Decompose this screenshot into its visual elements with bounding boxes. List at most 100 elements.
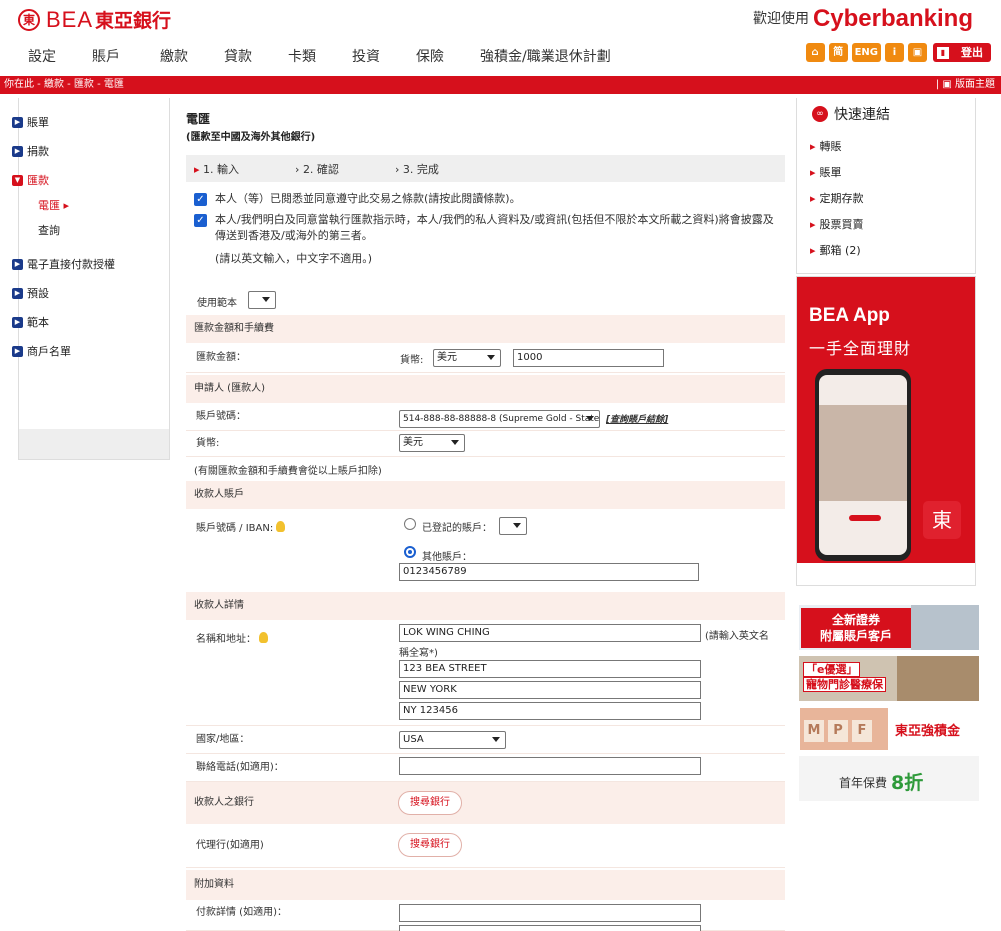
main-menu: 設定 賬戶 繳款 貸款 卡類 投資 保險 強積金/職業退休計劃: [28, 46, 647, 66]
bea-logo-icon: 東: [18, 8, 40, 31]
account-select[interactable]: 514-888-88-88888-8 (Supreme Gold - State: [399, 410, 600, 428]
menu-cards[interactable]: 卡類: [288, 46, 316, 66]
consent-checkbox-row: ✓ 本人/我們明白及同意當執行匯款指示時，本人/我們的私人資料及/或資訊(包括但…: [194, 212, 784, 244]
sidebar-item-label: 匯款: [27, 174, 49, 187]
mpf-letter: F: [852, 720, 872, 742]
sidebar-item-remittance[interactable]: ▼ 匯款: [12, 172, 49, 188]
country-select[interactable]: USA: [399, 731, 506, 749]
menu-mpf[interactable]: 強積金/職業退休計劃: [480, 46, 611, 66]
other-account-radio[interactable]: [404, 546, 416, 558]
name-hint: (請輸入英文名稱全寫*): [399, 631, 769, 659]
sidebar-sub-inquiry[interactable]: 查詢: [38, 222, 60, 238]
logo-en: BEA: [46, 6, 94, 32]
app-subtitle: 一手全面理財: [809, 339, 912, 358]
menu-insurance[interactable]: 保險: [416, 46, 444, 66]
template-select[interactable]: [248, 291, 276, 309]
quick-link-time-deposit[interactable]: 定期存款: [810, 190, 864, 206]
lightbulb-icon[interactable]: [259, 632, 268, 643]
terms-text: 本人（等）已閱悉並同意遵守此交易之條款(請按此閱讀條款)。: [215, 192, 521, 205]
menu-settings[interactable]: 設定: [28, 46, 56, 66]
page-subtitle: (匯款至中國及海外其他銀行): [186, 132, 316, 143]
registered-account-select[interactable]: [499, 517, 527, 535]
quick-link-stock-trading[interactable]: 股票買賣: [810, 216, 864, 232]
settings-icon[interactable]: ▣: [908, 43, 927, 62]
other-account-input[interactable]: 0123456789: [399, 563, 699, 581]
quick-link-transfer[interactable]: 轉賬: [810, 138, 842, 154]
sidebar-item-label: 商戶名單: [27, 345, 71, 358]
menu-loans[interactable]: 貸款: [224, 46, 252, 66]
sidebar-sub-telegraphic[interactable]: 電匯 ▸: [38, 197, 69, 213]
arrow-box-icon: ▶: [12, 316, 23, 328]
step-label: 3. 完成: [402, 162, 439, 176]
bea-logo[interactable]: 東 BEA 東亞銀行: [18, 6, 171, 33]
ad-mpf[interactable]: M P F 東亞強積金: [799, 706, 979, 751]
sidebar-item-label: 預設: [27, 287, 49, 300]
menu-accounts[interactable]: 賬戶: [92, 46, 120, 66]
tablet-image: [911, 605, 979, 650]
address-line-2-input[interactable]: NEW YORK: [399, 681, 701, 699]
consent-checkbox[interactable]: ✓: [194, 214, 207, 227]
sidebar-item-label: 賬單: [27, 116, 49, 129]
sidebar-item-presets[interactable]: ▶ 預設: [12, 285, 49, 301]
info-button[interactable]: i: [885, 43, 904, 62]
address-line-3-input[interactable]: NY 123456: [399, 702, 701, 720]
sidebar-item-merchants[interactable]: ▶ 商戶名單: [12, 343, 71, 359]
sidebar-item-edda[interactable]: ▶ 電子直接付款授權: [12, 256, 115, 272]
ad-premium-discount[interactable]: 首年保費 8折: [799, 756, 979, 801]
currency-select[interactable]: 美元: [433, 349, 501, 367]
logout-button[interactable]: ▮ 登出: [933, 43, 991, 62]
phone-input[interactable]: [399, 757, 701, 775]
english-button[interactable]: ENG: [851, 43, 881, 62]
phone-image: [815, 369, 911, 561]
applicant-currency-select[interactable]: 美元: [399, 434, 465, 452]
welcome-banner: 歡迎使用 Cyberbanking: [753, 5, 973, 33]
arrow-box-icon: ▶: [12, 258, 23, 270]
ad-securities[interactable]: 全新證券 附屬賬戶客戶: [799, 605, 979, 650]
sidebar-item-label: 範本: [27, 316, 49, 329]
home-icon[interactable]: ⌂: [805, 43, 825, 62]
section-beneficiary-account: 收款人賬戶: [186, 481, 785, 509]
balance-inquiry-link[interactable]: [查詢賬戶結餘]: [606, 412, 668, 425]
menu-investment[interactable]: 投資: [352, 46, 380, 66]
sidebar-item-bills[interactable]: ▶ 賬單: [12, 114, 49, 130]
arrow-box-icon: ▼: [12, 174, 23, 186]
sidebar-item-donation[interactable]: ▶ 捐款: [12, 143, 49, 159]
lightbulb-icon[interactable]: [276, 521, 286, 532]
iban-label: 賬戶號碼 / IBAN:: [196, 523, 274, 534]
mpf-letter: P: [828, 720, 848, 742]
section-beneficiary: 收款人詳情: [186, 592, 785, 620]
consent-text: 本人/我們明白及同意當執行匯款指示時，本人/我們的私人資料及/或資訊(包括但不限…: [215, 213, 774, 242]
amount-input[interactable]: 1000: [513, 349, 664, 367]
simplified-chinese-button[interactable]: 简: [828, 43, 848, 62]
header: 東 BEA 東亞銀行 歡迎使用 Cyberbanking 設定 賬戶 繳款 貸款 …: [0, 0, 1001, 70]
ad-mpf-text: 東亞強積金: [895, 724, 961, 739]
terms-checkbox[interactable]: ✓: [194, 193, 207, 206]
ad-pet-insurance[interactable]: 「e優選」 寵物門診醫療保: [799, 656, 979, 701]
ad-discount-number: 8折: [891, 772, 924, 794]
agent-bank-row: 代理行(如適用): [186, 824, 785, 868]
amount-label: 匯款金額：: [196, 352, 246, 363]
sidebar-item-templates[interactable]: ▶ 範本: [12, 314, 49, 330]
ad-discount-label: 首年保費: [839, 776, 888, 790]
search-bank-button[interactable]: 搜尋銀行: [398, 791, 462, 815]
address-line-1-input[interactable]: 123 BEA STREET: [399, 660, 701, 678]
bea-app-banner[interactable]: BEA App 一手全面理財 東: [796, 276, 976, 586]
quick-link-mailbox[interactable]: 郵箱 (2): [810, 242, 861, 258]
payment-detail-input-1[interactable]: [399, 904, 701, 922]
menu-payments[interactable]: 繳款: [160, 46, 188, 66]
phone-button: [849, 515, 881, 521]
layout-toggle[interactable]: | ▣ 版面主題: [936, 76, 995, 94]
mpf-block-image: M P F: [800, 708, 888, 750]
search-agent-bank-button[interactable]: 搜尋銀行: [398, 833, 462, 857]
app-title: BEA App: [809, 305, 890, 326]
pet-image: [897, 656, 979, 701]
agent-label: 代理行(如適用): [196, 840, 264, 851]
payment-detail-input-2[interactable]: [399, 925, 701, 931]
ad-pet-title: 寵物門診醫療保: [803, 677, 886, 692]
section-applicant: 申請人 (匯款人): [186, 375, 785, 403]
registered-account-radio[interactable]: [404, 518, 416, 530]
step-input: ▸ 1. 輸入: [194, 162, 240, 176]
quick-link-bills[interactable]: 賬單: [810, 164, 842, 180]
currency-label: 貨幣:: [400, 355, 424, 366]
step-complete: › 3. 完成: [394, 162, 439, 176]
